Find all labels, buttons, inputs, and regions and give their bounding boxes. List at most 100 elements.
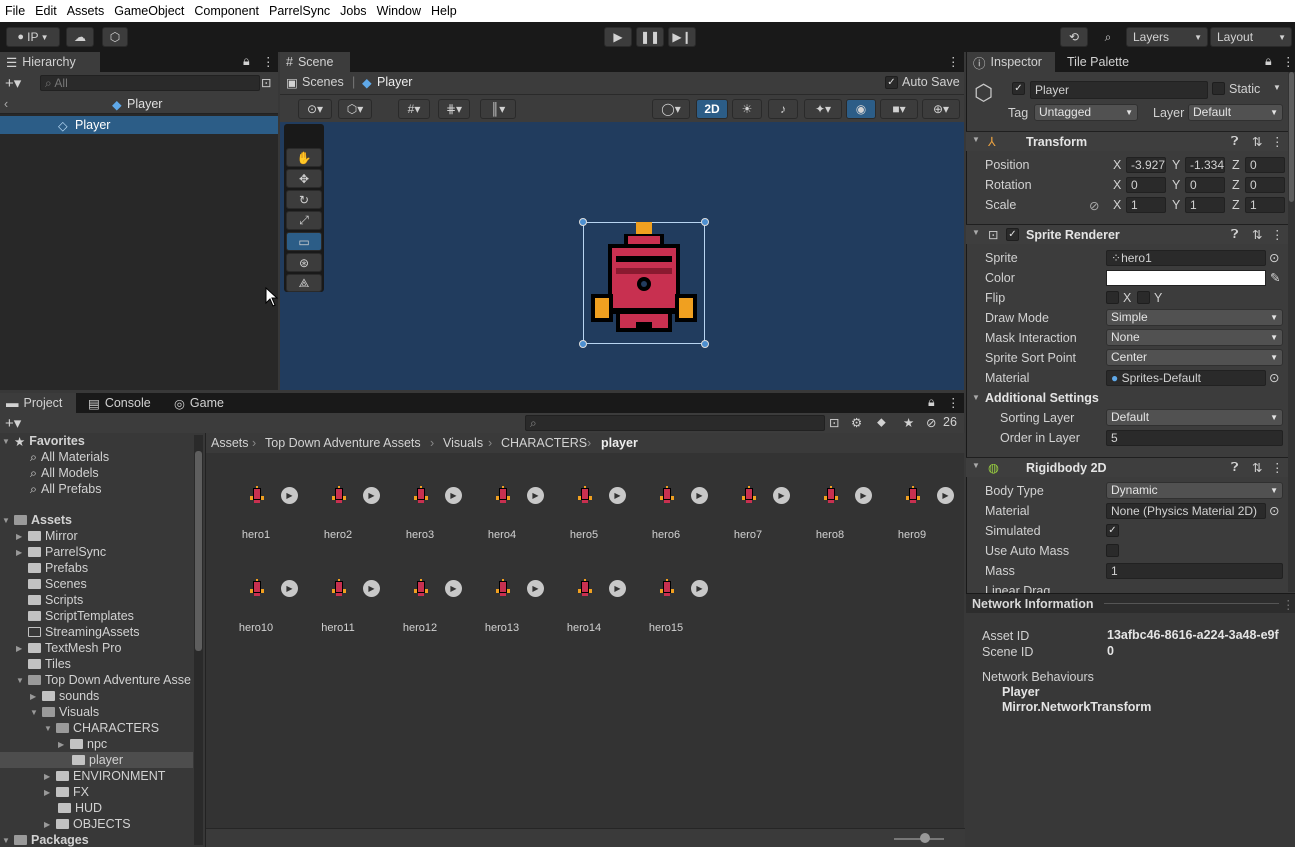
axis-y-label[interactable]: Y <box>1172 158 1180 172</box>
body-type-dropdown[interactable]: Dynamic <box>1106 482 1283 499</box>
scene-search-icon[interactable]: ⊡ <box>261 75 271 90</box>
grid-icon[interactable]: ⋕▾ <box>438 99 470 119</box>
asset-item[interactable]: ▶ hero11 <box>310 576 390 646</box>
splitter[interactable] <box>1104 603 1279 604</box>
rect-handle[interactable] <box>701 218 709 226</box>
asset-item[interactable]: ▶ hero6 <box>638 483 718 553</box>
asset-item[interactable]: ▶ hero8 <box>802 483 882 553</box>
lock-icon[interactable]: 🔒︎ <box>1265 54 1272 69</box>
tree-item[interactable]: Tiles <box>28 656 71 672</box>
axis-z-label[interactable]: Z <box>1232 158 1240 172</box>
menu-window[interactable]: Window <box>372 4 426 18</box>
tree-item[interactable]: Scripts <box>28 592 83 608</box>
asset-item[interactable]: ▶ hero2 <box>310 483 390 553</box>
mass-input[interactable]: 1 <box>1106 563 1283 579</box>
drag-handle-icon[interactable]: ⋮ <box>1282 597 1295 612</box>
transform-tool-icon[interactable]: ⊛ <box>286 253 322 272</box>
link-icon[interactable]: ⊘ <box>1089 198 1099 213</box>
rect-handle[interactable] <box>579 218 587 226</box>
asset-item[interactable]: ▶ hero7 <box>720 483 800 553</box>
axis-z-label[interactable]: Z <box>1232 178 1240 192</box>
physics-material-field[interactable]: None (Physics Material 2D) <box>1106 503 1266 519</box>
layout-dropdown[interactable]: Layout ▼ <box>1210 27 1292 47</box>
tab-game[interactable]: ◎ Game <box>168 393 238 413</box>
play-preview-icon[interactable]: ▶ <box>609 580 626 597</box>
player-sprite[interactable] <box>591 222 697 338</box>
menu-gameobject[interactable]: GameObject <box>109 4 189 18</box>
pos-z-input[interactable]: 0 <box>1245 157 1285 173</box>
tree-packages[interactable]: ▼ Packages <box>2 832 89 847</box>
preset-icon[interactable]: ⇅ <box>1252 227 1262 242</box>
asset-item[interactable]: ▶ hero9 <box>884 483 964 553</box>
tree-item[interactable]: ▼ Visuals <box>30 704 99 720</box>
lock-icon[interactable]: 🔒︎ <box>928 395 935 410</box>
breadcrumb-player[interactable]: Player <box>377 75 412 89</box>
pause-button[interactable]: ❚❚ <box>636 27 664 47</box>
rect-handle[interactable] <box>701 340 709 348</box>
asset-item[interactable]: ▶ hero1 <box>228 483 308 553</box>
step-button[interactable]: ▶❙ <box>668 27 696 47</box>
use-auto-mass-checkbox[interactable] <box>1106 544 1119 557</box>
asset-item[interactable]: ▶ hero12 <box>392 576 472 646</box>
zoom-slider-thumb[interactable] <box>920 833 930 843</box>
auto-save-checkbox[interactable]: ✓ <box>885 76 898 89</box>
tree-item-selected[interactable]: player <box>0 752 193 768</box>
cloud-icon[interactable]: ☁ <box>66 27 94 47</box>
preset-icon[interactable]: ⇅ <box>1252 134 1262 149</box>
tree-item[interactable]: ▶ OBJECTS <box>44 816 131 832</box>
play-preview-icon[interactable]: ▶ <box>773 487 790 504</box>
rot-x-input[interactable]: 0 <box>1126 177 1166 193</box>
asset-item[interactable]: ▶ hero4 <box>474 483 554 553</box>
object-picker-icon[interactable]: ⊙ <box>1269 503 1279 518</box>
play-preview-icon[interactable]: ▶ <box>609 487 626 504</box>
rotate-tool-icon[interactable]: ↻ <box>286 190 322 209</box>
hidden-objects-icon[interactable]: ◉ <box>846 99 876 119</box>
scale-tool-icon[interactable]: ⤢ <box>286 211 322 230</box>
tab-scene[interactable]: # Scene <box>280 52 350 72</box>
tree-assets[interactable]: ▼ Assets <box>2 512 72 528</box>
tree-item[interactable]: ▶ TextMesh Pro <box>16 640 121 656</box>
tree-item[interactable]: ScriptTemplates <box>28 608 134 624</box>
filter-type-icon[interactable]: ⚙ <box>851 415 862 430</box>
breadcrumb-scenes[interactable]: Scenes <box>302 75 344 89</box>
order-in-layer-input[interactable]: 5 <box>1106 430 1283 446</box>
simulated-checkbox[interactable]: ✓ <box>1106 524 1119 537</box>
tree-item[interactable]: ▶ Mirror <box>16 528 78 544</box>
asset-item[interactable]: ▶ hero10 <box>228 576 308 646</box>
sprite-sort-point-dropdown[interactable]: Center <box>1106 349 1283 366</box>
additional-settings-foldout[interactable]: Additional Settings <box>985 391 1099 405</box>
tree-item[interactable]: ▶ ENVIRONMENT <box>44 768 165 784</box>
play-preview-icon[interactable]: ▶ <box>445 487 462 504</box>
rot-y-input[interactable]: 0 <box>1185 177 1225 193</box>
asset-item[interactable]: ▶ hero5 <box>556 483 636 553</box>
tree-item[interactable]: HUD <box>58 800 102 816</box>
play-preview-icon[interactable]: ▶ <box>691 580 708 597</box>
tree-item[interactable]: ▶ FX <box>44 784 89 800</box>
kebab-menu-icon[interactable]: ⋮ <box>1271 227 1284 242</box>
tab-console[interactable]: ▤ Console <box>82 393 162 413</box>
add-icon[interactable]: +▾ <box>5 414 21 432</box>
gizmos-dropdown[interactable]: ⊕▾ <box>922 99 960 119</box>
tree-item[interactable]: ⌕ All Materials <box>30 449 109 465</box>
tree-item[interactable]: ⌕ All Models <box>30 465 99 481</box>
object-picker-icon[interactable]: ⊙ <box>1269 370 1279 385</box>
play-preview-icon[interactable]: ▶ <box>281 580 298 597</box>
gameobject-name-input[interactable]: Player <box>1030 81 1208 99</box>
increment-snap-icon[interactable]: ║▾ <box>480 99 516 119</box>
play-preview-icon[interactable]: ▶ <box>937 487 954 504</box>
sprite-renderer-enabled-checkbox[interactable]: ✓ <box>1006 228 1019 241</box>
mask-interaction-dropdown[interactable]: None <box>1106 329 1283 346</box>
scl-y-input[interactable]: 1 <box>1185 197 1225 213</box>
help-icon[interactable]: ❓︎ <box>1231 460 1239 475</box>
tree-item[interactable]: ▶ sounds <box>30 688 99 704</box>
axis-y-label[interactable]: Y <box>1172 198 1180 212</box>
pos-x-input[interactable]: -3.927 <box>1126 157 1166 173</box>
rigidbody2d-header[interactable]: ▼ ◍ Rigidbody 2D ❓︎ ⇅ ⋮ <box>966 457 1289 477</box>
axis-x-label[interactable]: X <box>1113 198 1121 212</box>
breadcrumb-item[interactable]: Visuals <box>443 436 483 450</box>
hierarchy-search-input[interactable]: ⌕ All <box>40 75 260 91</box>
hand-tool-icon[interactable]: ✋ <box>286 148 322 167</box>
collapse-icon[interactable]: ▼ <box>972 393 980 402</box>
kebab-menu-icon[interactable]: ⋮ <box>947 54 960 69</box>
menu-parrelsync[interactable]: ParrelSync <box>264 4 335 18</box>
